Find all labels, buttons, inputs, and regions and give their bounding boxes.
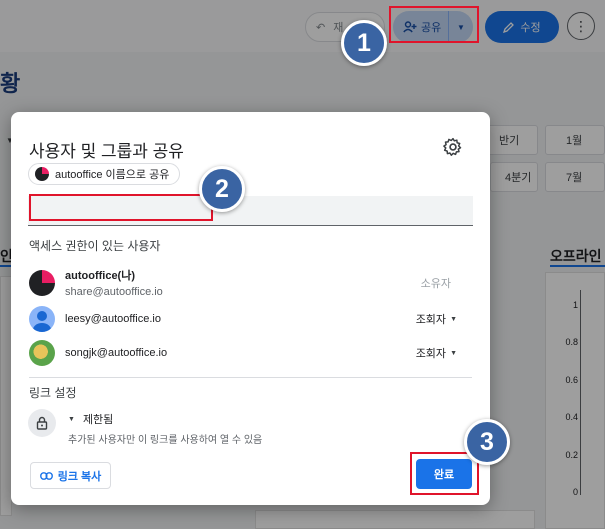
caret-down-icon: ▼: [450, 349, 457, 357]
role-label: 조회자: [415, 348, 447, 360]
highlight-box-done: [410, 452, 479, 495]
lock-icon: [36, 416, 48, 430]
gear-icon[interactable]: [443, 137, 463, 157]
copy-link-label: 링크 복사: [57, 470, 102, 483]
share-dialog: 사용자 및 그룹과 공유 autooffice 이름으로 공유 액세스 권한이 …: [11, 112, 490, 505]
step-badge: 3: [464, 419, 510, 465]
role-label: 조회자: [415, 314, 447, 326]
person-name: songjk@autooffice.io: [65, 347, 168, 359]
owner-role-label: 소유자: [420, 277, 451, 290]
avatar: [29, 340, 55, 366]
org-logo-icon: [35, 167, 49, 181]
link-icon: [39, 471, 53, 480]
caret-down-icon: ▼: [68, 415, 75, 423]
step-badge: 1: [341, 20, 387, 66]
dialog-title: 사용자 및 그룹과 공유: [29, 142, 184, 161]
person-row: leesy@autooffice.io 조회자 ▼: [29, 306, 469, 332]
highlight-box-input: [29, 194, 213, 221]
person-email: share@autooffice.io: [65, 286, 163, 298]
avatar: [29, 306, 55, 332]
highlight-box-share: [389, 6, 479, 43]
role-dropdown[interactable]: 조회자 ▼: [416, 345, 457, 361]
access-section-label: 액세스 권한이 있는 사용자: [29, 239, 161, 253]
identity-label: autooffice 이름으로 공유: [55, 169, 170, 181]
avatar: [29, 269, 55, 296]
restriction-description: 추가된 사용자만 이 링크를 사용하여 열 수 있음: [68, 435, 263, 446]
person-name: leesy@autooffice.io: [65, 313, 161, 325]
lock-icon-container: [28, 409, 56, 437]
share-as-identity-chip[interactable]: autooffice 이름으로 공유: [28, 163, 181, 185]
restriction-label: 제한됨: [82, 414, 114, 426]
link-restriction-dropdown[interactable]: ▼ 제한됨: [68, 411, 113, 427]
person-row-owner: autooffice(나) share@autooffice.io 소유자: [29, 267, 469, 298]
step-badge: 2: [199, 166, 245, 212]
divider: [29, 377, 472, 378]
link-settings-label: 링크 설정: [29, 386, 77, 400]
caret-down-icon: ▼: [450, 315, 457, 323]
role-dropdown[interactable]: 조회자 ▼: [416, 311, 457, 327]
copy-link-button[interactable]: 링크 복사: [30, 462, 111, 489]
person-row: songjk@autooffice.io 조회자 ▼: [29, 340, 469, 366]
person-name: autooffice(나): [65, 270, 136, 282]
